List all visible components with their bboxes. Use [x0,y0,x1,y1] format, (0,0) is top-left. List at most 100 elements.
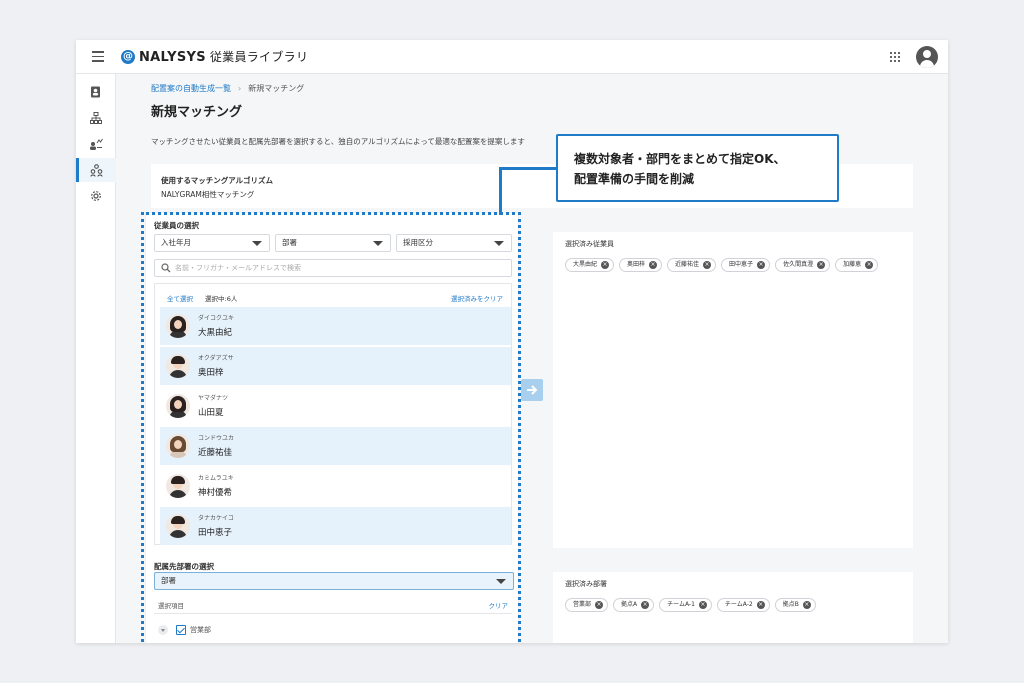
algorithm-value: NALYGRAM相性マッチング [161,190,255,199]
divider [154,613,512,614]
apps-grid-icon[interactable] [890,52,900,62]
filter-department[interactable]: 部署 [275,234,391,252]
breadcrumb: 配置案の自動生成一覧 › 新規マッチング [151,83,304,94]
employee-kana: ダイコクユキ [198,315,235,322]
sidebar [76,74,116,643]
remove-icon[interactable]: × [649,261,658,269]
employee-chip: 田中恵子 × [721,258,771,272]
employee-search [154,259,512,277]
department-chip: 拠点B × [774,598,816,612]
gear-icon [91,191,101,201]
list-item[interactable]: コンドウユカ 近藤祐佳 [160,427,511,465]
chip-label: 拠点A [621,601,638,608]
list-item[interactable]: カミムラユキ 神村優希 [160,467,511,505]
remove-icon[interactable]: × [595,601,604,609]
department-chip: 拠点A × [613,598,655,612]
filter-department-label: 部署 [282,238,297,247]
remove-icon[interactable]: × [757,261,766,269]
employee-list: 全て選択 選択中:6人 選択済みをクリア ダイコクユキ 大黒由紀 オクダアズサ … [154,283,512,545]
filter-hire-date[interactable]: 入社年月 [154,234,270,252]
app-logo[interactable]: NALYSYS 従業員ライブラリ [139,48,308,65]
sidebar-item-employee-book[interactable] [76,80,116,104]
department-dropdown[interactable]: 部署 [154,572,514,590]
top-bar: @ NALYSYS 従業員ライブラリ [76,40,948,74]
breadcrumb-parent-link[interactable]: 配置案の自動生成一覧 [151,84,231,93]
remove-icon[interactable]: × [802,601,811,609]
caret-down-icon [373,241,383,246]
avatar [166,314,190,338]
department-clear-link[interactable]: クリア [489,600,509,610]
product-name: 従業員ライブラリ [209,50,309,64]
page-description: マッチングさせたい従業員と配属先部署を選択すると、独自のアルゴリズムによって最適… [151,137,525,146]
select-all-link[interactable]: 全て選択 [167,293,193,303]
employee-kana: カミムラユキ [198,475,234,482]
list-item[interactable]: ダイコクユキ 大黒由紀 [160,307,511,345]
arrow-right-icon [527,385,538,395]
chip-label: 加藤恵 [843,261,862,268]
filter-hiring-type[interactable]: 採用区分 [396,234,512,252]
caret-down-icon [252,241,262,246]
list-item[interactable]: ヤマダナツ 山田夏 [160,387,511,425]
remove-icon[interactable]: × [698,601,707,609]
callout-text: 複数対象者・部門をまとめて指定OK、 配置準備の手間を削減 [574,149,786,189]
selected-department-chips: 営業部 × 拠点A × チームA-1 × チームA-2 × 拠点B × [565,598,816,612]
employee-chip: 奥田梓 × [619,258,663,272]
chip-label: 拠点B [782,601,799,608]
chip-label: 近藤祐佳 [675,261,700,268]
remove-icon[interactable]: × [601,261,610,269]
sidebar-item-matching[interactable] [76,158,116,182]
employee-name: 近藤祐佳 [198,448,233,458]
employee-chip: 近藤祐佳 × [667,258,717,272]
algorithm-label: 使用するマッチングアルゴリズム [161,176,273,185]
remove-icon[interactable]: × [703,261,712,269]
chip-label: 佐久間真澄 [783,261,814,268]
employee-chip: 加藤恵 × [835,258,879,272]
list-item[interactable]: タナカケイコ 田中恵子 [160,507,511,545]
callout-connector [499,167,502,215]
remove-icon[interactable]: × [641,601,650,609]
page-title: 新規マッチング [151,105,243,120]
remove-icon[interactable]: × [817,261,826,269]
employee-name: 神村優希 [198,488,233,498]
employee-name: 奥田梓 [198,368,224,378]
clear-selected-link[interactable]: 選択済みをクリア [451,293,503,303]
employee-name: 山田夏 [198,408,224,418]
employee-search-input[interactable] [175,261,505,275]
chip-label: 奥田梓 [627,261,646,268]
chip-label: 大黒由紀 [573,261,598,268]
list-item[interactable]: オクダアズサ 奥田梓 [160,347,511,385]
logo-icon: @ [121,50,135,64]
expand-chevron-icon[interactable] [158,625,168,635]
breadcrumb-separator: › [238,84,242,93]
avatar [166,434,190,458]
employee-kana: ヤマダナツ [198,395,229,402]
org-chart-icon [90,112,102,124]
filter-hire-date-label: 入社年月 [161,238,191,247]
matching-icon [90,164,103,177]
filter-hiring-type-label: 採用区分 [403,238,433,247]
sidebar-item-analysis[interactable] [76,132,116,156]
employee-name: 大黒由紀 [198,328,233,338]
sidebar-item-settings[interactable] [76,184,116,208]
employee-kana: オクダアズサ [198,355,234,362]
department-chip: チームA-1 × [659,598,712,612]
employee-kana: コンドウユカ [198,435,235,442]
department-checkbox[interactable] [176,625,186,635]
sidebar-item-org-chart[interactable] [76,106,116,130]
selected-departments-card: 選択済み部署 営業部 × 拠点A × チームA-1 × チームA-2 × 拠点B × [553,572,913,643]
menu-icon[interactable] [92,51,104,62]
chip-label: チームA-1 [667,601,695,608]
app-window: @ NALYSYS 従業員ライブラリ 配置案の自動生成一覧 › 新規マッチング 新規マ… [76,40,948,643]
add-to-selection-button[interactable] [521,379,543,401]
employee-chip: 大黒由紀 × [565,258,615,272]
selection-panel: 従業員の選択 入社年月 部署 採用区分 全て選択 選択中:6人 選択済みをクリア… [145,212,519,643]
selected-departments-title: 選択済み部署 [565,580,607,588]
user-avatar[interactable] [916,46,938,68]
remove-icon[interactable]: × [756,601,765,609]
employee-kana: タナカケイコ [198,515,234,522]
search-icon [161,263,171,273]
employee-selection-title: 従業員の選択 [154,221,199,230]
chip-label: 営業部 [573,601,592,608]
selected-count: 選択中:6人 [205,295,238,303]
remove-icon[interactable]: × [865,261,874,269]
